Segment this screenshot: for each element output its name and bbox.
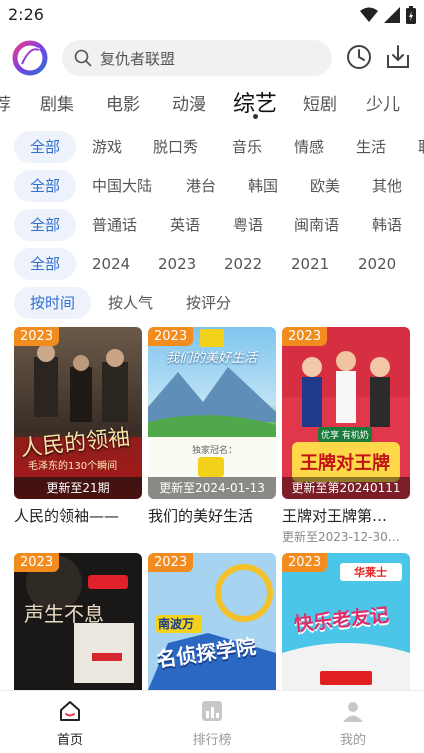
poster-subtitle-art: 优享 有机奶 <box>318 427 372 442</box>
filter-type-music[interactable]: 音乐 <box>230 131 264 163</box>
filter-region-all[interactable]: 全部 <box>14 170 77 202</box>
search-bar[interactable]: 复仇者联盟 <box>62 40 332 76</box>
card-title[interactable]: 我们的美好生活 <box>148 505 276 526</box>
filter-year-2020[interactable]: 2020 <box>356 248 398 280</box>
video-card[interactable]: 2023 华莱士 快乐老友记 <box>282 553 410 690</box>
year-badge: 2023 <box>148 327 194 346</box>
filter-type-game[interactable]: 游戏 <box>90 131 124 163</box>
card-subtitle: 更新至2023-12-30… <box>282 530 400 544</box>
sort-by-rating[interactable]: 按评分 <box>184 287 233 319</box>
filter-type-all[interactable]: 全部 <box>14 131 77 163</box>
sort-by-popularity[interactable]: 按人气 <box>106 287 155 319</box>
tab-recommend[interactable]: 荐 <box>0 90 11 115</box>
nav-home[interactable]: 首页 <box>30 699 110 748</box>
poster-title-art: 王牌对王牌 <box>300 453 390 474</box>
year-badge: 2023 <box>14 327 60 346</box>
poster-image[interactable]: 2023 优享 有机奶 王牌对王牌 更新至第20240111 <box>282 327 410 499</box>
poster-subtitle-art: 华莱士 <box>354 566 387 579</box>
filter-row-year: 全部 2024 2023 2022 2021 2020 <box>0 248 424 280</box>
history-clock-icon[interactable] <box>345 43 373 71</box>
video-card[interactable]: 2023 南波万 名侦探学院 <box>148 553 276 690</box>
card-title[interactable]: 王牌对王牌第… <box>282 505 410 526</box>
filter-region-hktw[interactable]: 港台 <box>184 170 218 202</box>
poster-subtitle-art: 毛泽东的130个瞬间 <box>28 461 118 472</box>
year-badge: 2023 <box>14 553 60 572</box>
video-card[interactable]: 2023 人民的领袖 毛泽东的130个瞬间 更新至21期 人民的领袖—— <box>14 327 142 526</box>
poster-title-art: 我们的美好生活 <box>166 351 258 366</box>
poster-image[interactable]: 2023 华莱士 快乐老友记 <box>282 553 410 690</box>
tab-kids[interactable]: 少儿 <box>366 90 400 115</box>
download-icon[interactable] <box>384 43 412 71</box>
battery-icon <box>406 6 416 24</box>
filter-region-korea[interactable]: 韩国 <box>246 170 280 202</box>
filter-region-other[interactable]: 其他 <box>370 170 404 202</box>
year-badge: 2023 <box>282 327 328 346</box>
filter-language-english[interactable]: 英语 <box>168 209 202 241</box>
bottom-nav: 首页 排行榜 我的 <box>0 690 424 753</box>
filter-language-minnan[interactable]: 闽南语 <box>292 209 341 241</box>
tab-anime[interactable]: 动漫 <box>172 90 206 115</box>
filter-row-sort: 按时间 按人气 按评分 <box>0 287 424 319</box>
nav-ranking[interactable]: 排行榜 <box>172 699 252 748</box>
year-badge: 2023 <box>282 553 328 572</box>
filter-region-west[interactable]: 欧美 <box>308 170 342 202</box>
filter-language-korean[interactable]: 韩语 <box>370 209 404 241</box>
poster-title-art: 声生不息 <box>24 602 104 626</box>
poster-subtitle-art: 南波万 <box>158 617 195 631</box>
filter-type-career[interactable]: 职 <box>416 131 424 163</box>
tab-movies[interactable]: 电影 <box>106 90 140 115</box>
user-profile-icon <box>343 702 363 722</box>
poster-art <box>14 327 142 499</box>
nav-ranking-label: 排行榜 <box>192 733 232 748</box>
filter-row-language: 全部 普通话 英语 粤语 闽南语 韩语 <box>0 209 424 241</box>
filter-year-2023[interactable]: 2023 <box>156 248 198 280</box>
filter-year-2021[interactable]: 2021 <box>289 248 331 280</box>
poster-image[interactable]: 2023 南波万 名侦探学院 <box>148 553 276 690</box>
filter-language-mandarin[interactable]: 普通话 <box>90 209 139 241</box>
update-status: 更新至第20240111 <box>282 477 410 499</box>
poster-image[interactable]: 2023 我们的美好生活 独家冠名： 更新至2024-01-13 <box>148 327 276 499</box>
poster-subtitle-art: 独家冠名： <box>192 446 238 456</box>
filter-type-emotion[interactable]: 情感 <box>292 131 326 163</box>
filter-type-talkshow[interactable]: 脱口秀 <box>151 131 200 163</box>
card-title[interactable]: 人民的领袖—— <box>14 505 142 526</box>
filter-language-all[interactable]: 全部 <box>14 209 77 241</box>
channel-tabs: 荐 剧集 电影 动漫 综艺 短剧 少儿 <box>0 86 424 120</box>
app-logo-icon[interactable] <box>12 40 48 76</box>
wifi-icon <box>360 7 378 22</box>
filter-language-cantonese[interactable]: 粤语 <box>231 209 265 241</box>
filter-row-type: 全部 游戏 脱口秀 音乐 情感 生活 职 <box>0 131 424 163</box>
nav-profile[interactable]: 我的 <box>313 699 393 748</box>
status-bar: 2:26 <box>0 0 424 32</box>
tab-series[interactable]: 剧集 <box>40 90 74 115</box>
signal-icon <box>384 7 400 23</box>
home-icon <box>60 701 80 721</box>
search-placeholder: 复仇者联盟 <box>100 49 176 68</box>
ranking-chart-icon <box>202 701 222 721</box>
nav-profile-label: 我的 <box>339 733 366 748</box>
filter-year-2022[interactable]: 2022 <box>222 248 264 280</box>
active-tab-indicator <box>253 114 258 119</box>
app-screen: 2:26 复仇者联盟 荐 剧集 电影 动漫 综艺 短剧 少儿 全部 游戏 脱口秀… <box>0 0 424 753</box>
nav-home-label: 首页 <box>56 733 83 748</box>
video-card[interactable]: 2023 声生不息 <box>14 553 142 690</box>
filter-region-mainland[interactable]: 中国大陆 <box>90 170 154 202</box>
poster-image[interactable]: 2023 人民的领袖 毛泽东的130个瞬间 更新至21期 <box>14 327 142 499</box>
poster-image[interactable]: 2023 声生不息 <box>14 553 142 690</box>
filter-year-all[interactable]: 全部 <box>14 248 77 280</box>
year-badge: 2023 <box>148 553 194 572</box>
search-icon <box>74 49 92 67</box>
status-time: 2:26 <box>8 5 44 24</box>
update-status: 更新至21期 <box>14 477 142 499</box>
video-card[interactable]: 2023 我们的美好生活 独家冠名： 更新至2024-01-13 我们的美好生活 <box>148 327 276 526</box>
sort-by-time[interactable]: 按时间 <box>14 287 92 319</box>
filter-year-2024[interactable]: 2024 <box>90 248 132 280</box>
update-status: 更新至2024-01-13 <box>148 477 276 499</box>
tab-short-drama[interactable]: 短剧 <box>303 90 337 115</box>
video-card[interactable]: 2023 优享 有机奶 王牌对王牌 更新至第20240111 王牌对王牌第… 更… <box>282 327 410 545</box>
status-icons <box>360 6 416 24</box>
top-bar: 复仇者联盟 <box>0 36 424 82</box>
filter-row-region: 全部 中国大陆 港台 韩国 欧美 其他 <box>0 170 424 202</box>
filter-type-life[interactable]: 生活 <box>354 131 388 163</box>
